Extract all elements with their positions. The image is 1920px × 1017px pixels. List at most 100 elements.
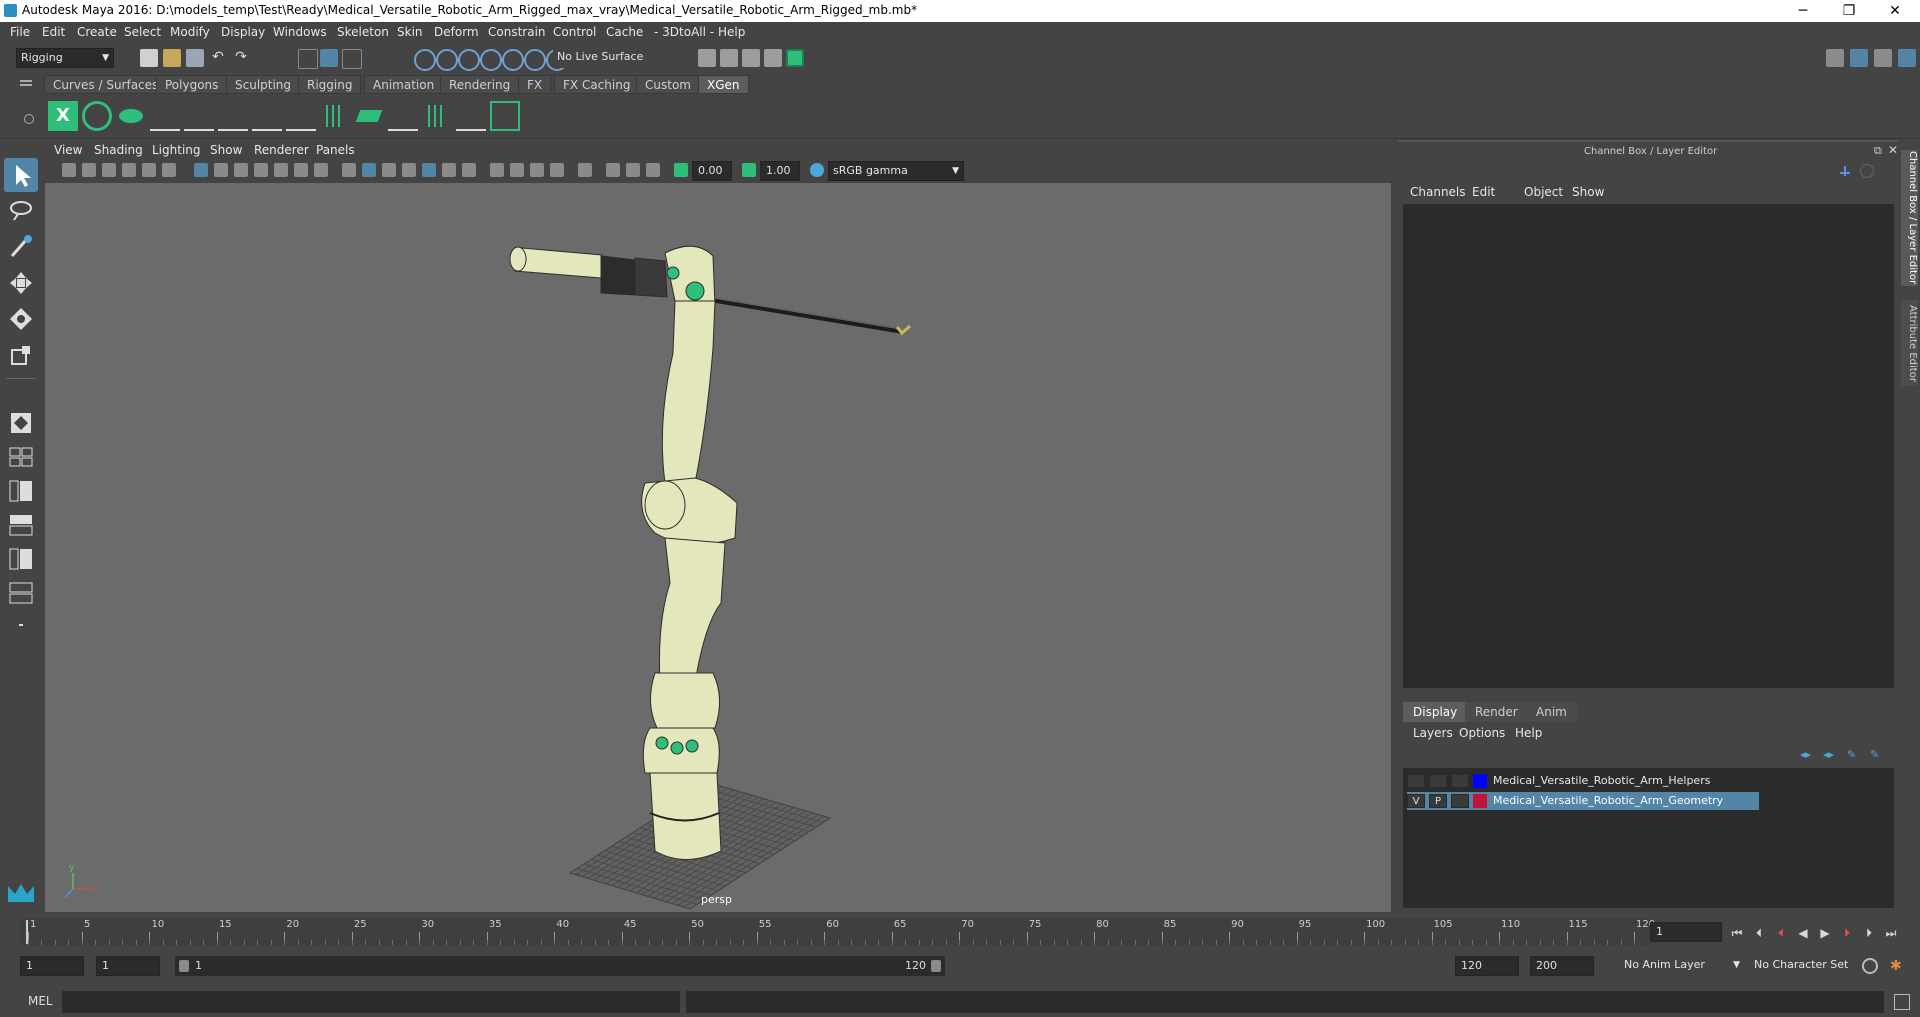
channel-box-toggle-icon[interactable] bbox=[1898, 49, 1916, 67]
new-scene-icon[interactable] bbox=[140, 49, 158, 67]
resolution-gate-icon[interactable] bbox=[234, 163, 248, 177]
layer-tab-anim[interactable]: Anim bbox=[1526, 702, 1577, 722]
auto-key-icon[interactable] bbox=[1862, 958, 1878, 974]
snap-vertex-icon[interactable] bbox=[524, 49, 546, 71]
layer-tab-display[interactable]: Display bbox=[1403, 702, 1468, 722]
view-transform-dropdown[interactable]: sRGB gamma ▼ bbox=[828, 161, 964, 181]
go-to-start-icon[interactable]: ⏮ bbox=[1728, 925, 1746, 941]
scale-tool-icon[interactable] bbox=[4, 338, 38, 372]
channel-box-area[interactable] bbox=[1403, 204, 1894, 688]
textured-icon[interactable] bbox=[422, 163, 436, 177]
side-tab-attribute-editor[interactable]: Attribute Editor bbox=[1901, 300, 1918, 386]
layer-visibility-toggle[interactable] bbox=[1407, 774, 1425, 788]
single-perspective-layout-icon[interactable] bbox=[4, 406, 38, 440]
field-chart-icon[interactable] bbox=[274, 163, 288, 177]
current-time-marker[interactable] bbox=[26, 920, 28, 944]
menu-display[interactable]: Display bbox=[221, 25, 265, 39]
menu-modify[interactable]: Modify bbox=[170, 25, 210, 39]
isolate-select-icon[interactable] bbox=[578, 163, 592, 177]
select-component-icon[interactable] bbox=[342, 49, 362, 69]
start-frame-field[interactable]: 1 bbox=[20, 956, 84, 976]
restore-button[interactable]: ❐ bbox=[1826, 0, 1872, 22]
gamma-icon[interactable] bbox=[742, 163, 756, 177]
range-end-handle[interactable] bbox=[931, 960, 941, 972]
move-layer-down-icon[interactable]: ◂▸ bbox=[1823, 748, 1834, 761]
animation-preferences-icon[interactable]: ✱ bbox=[1890, 958, 1906, 974]
shelf-tab-curves-surfaces[interactable]: Curves / Surfaces bbox=[44, 75, 168, 94]
step-back-frame-icon[interactable]: ⏴ bbox=[1750, 925, 1768, 941]
viewport-menu-show[interactable]: Show bbox=[210, 143, 242, 157]
menu-file[interactable]: File bbox=[10, 25, 30, 39]
shelf-tab-custom[interactable]: Custom bbox=[636, 75, 700, 94]
lasso-tool-icon[interactable] bbox=[4, 194, 38, 228]
bookmark-icon[interactable] bbox=[102, 163, 116, 177]
xgen-window-icon[interactable]: X bbox=[48, 101, 78, 131]
float-panel-icon[interactable]: ⧉ bbox=[1874, 144, 1882, 158]
exposure-icon[interactable] bbox=[674, 163, 688, 177]
xgen-add-guide-icon[interactable] bbox=[150, 101, 180, 131]
undo-icon[interactable]: ↶ bbox=[209, 49, 227, 67]
channel-box-menu-show[interactable]: Show bbox=[1572, 185, 1604, 199]
menu-skeleton[interactable]: Skeleton bbox=[337, 25, 389, 39]
shelf-tab-rigging[interactable]: Rigging bbox=[298, 75, 362, 94]
safe-action-icon[interactable] bbox=[294, 163, 308, 177]
current-frame-field[interactable]: 1 bbox=[1650, 922, 1722, 942]
select-camera-icon[interactable] bbox=[62, 163, 76, 177]
menu-cache[interactable]: Cache bbox=[606, 25, 643, 39]
viewport-menu-view[interactable]: View bbox=[54, 143, 82, 157]
modeling-toolkit-icon[interactable] bbox=[1826, 49, 1844, 67]
end-frame-field[interactable]: 200 bbox=[1530, 956, 1594, 976]
gamma-field[interactable]: 1.00 bbox=[760, 161, 800, 181]
menu-edit[interactable]: Edit bbox=[42, 25, 65, 39]
menu-create[interactable]: Create bbox=[77, 25, 117, 39]
layer-menu-help[interactable]: Help bbox=[1515, 726, 1542, 740]
hypershade-icon[interactable] bbox=[786, 49, 804, 67]
layer-visibility-toggle[interactable]: V bbox=[1407, 794, 1425, 808]
menu-control[interactable]: Control bbox=[553, 25, 596, 39]
xgen-guides-to-curves-icon[interactable] bbox=[320, 101, 350, 131]
xray-icon[interactable] bbox=[606, 163, 620, 177]
shelf-options-icon[interactable] bbox=[24, 114, 34, 124]
snap-point-icon[interactable] bbox=[458, 49, 480, 71]
shelf-menu-icon[interactable] bbox=[20, 80, 32, 82]
use-all-lights-icon[interactable] bbox=[442, 163, 456, 177]
go-to-end-icon[interactable]: ⏭ bbox=[1882, 925, 1900, 941]
multisample-aa-icon[interactable] bbox=[530, 163, 544, 177]
menu-windows[interactable]: Windows bbox=[273, 25, 327, 39]
persp-graph-layout-icon[interactable] bbox=[4, 508, 38, 542]
shelf-tab-xgen[interactable]: XGen bbox=[698, 75, 749, 94]
side-tab-channel-box[interactable]: Channel Box / Layer Editor bbox=[1901, 150, 1918, 286]
script-editor-icon[interactable] bbox=[1894, 994, 1910, 1010]
scene-view[interactable] bbox=[45, 183, 1391, 912]
character-set-dropdown[interactable]: No Character Set bbox=[1750, 956, 1870, 976]
open-scene-icon[interactable] bbox=[163, 49, 181, 67]
attribute-editor-toggle-icon[interactable] bbox=[1850, 49, 1868, 67]
minimize-button[interactable]: ─ bbox=[1780, 0, 1826, 22]
shelf-tab-fx-caching[interactable]: FX Caching bbox=[554, 75, 640, 94]
shelf-tab-rendering[interactable]: Rendering bbox=[440, 75, 520, 94]
screen-space-ao-icon[interactable] bbox=[490, 163, 504, 177]
select-object-icon[interactable] bbox=[320, 49, 338, 67]
grease-pencil-icon[interactable] bbox=[162, 163, 176, 177]
layer-menu-layers[interactable]: Layers bbox=[1413, 726, 1453, 740]
snap-view-plane-icon[interactable] bbox=[480, 49, 502, 71]
backface-culling-icon[interactable] bbox=[646, 163, 660, 177]
snap-curve-icon[interactable] bbox=[436, 49, 458, 71]
select-hierarchy-icon[interactable] bbox=[298, 49, 318, 69]
xgen-delete-guides-icon[interactable] bbox=[490, 101, 520, 131]
channel-box-menu-channels[interactable]: Channels bbox=[1410, 185, 1466, 199]
viewport-menu-shading[interactable]: Shading bbox=[94, 143, 143, 157]
move-tool-icon[interactable] bbox=[4, 266, 38, 300]
use-default-material-icon[interactable] bbox=[382, 163, 396, 177]
persp-outliner-layout-icon[interactable] bbox=[4, 474, 38, 508]
channel-box-menu-edit[interactable]: Edit bbox=[1472, 185, 1495, 199]
tool-settings-toggle-icon[interactable] bbox=[1874, 49, 1892, 67]
xgen-create-description-icon[interactable] bbox=[116, 101, 146, 131]
xgen-guide-lock-icon[interactable] bbox=[286, 101, 316, 131]
xgen-select-guides-icon[interactable] bbox=[456, 101, 486, 131]
close-button[interactable]: ✕ bbox=[1872, 0, 1918, 22]
image-plane-icon[interactable] bbox=[122, 163, 136, 177]
four-view-layout-icon[interactable] bbox=[4, 440, 38, 474]
camera-attributes-icon[interactable] bbox=[82, 163, 96, 177]
render-frame-icon[interactable] bbox=[720, 49, 738, 67]
